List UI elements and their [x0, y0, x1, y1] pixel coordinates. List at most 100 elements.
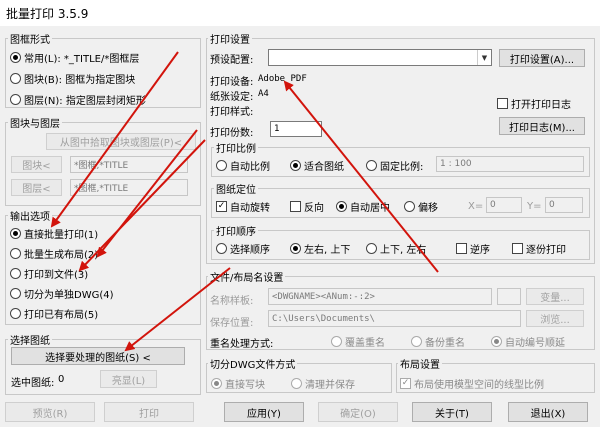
x-offset-field[interactable]: 0: [486, 197, 522, 213]
radio-icon: [291, 378, 302, 389]
checkbox-icon: [512, 243, 523, 254]
position-title: 图纸定位: [214, 181, 258, 196]
radio-icon: [290, 243, 301, 254]
order-option-lr-tb[interactable]: 左右, 上下: [290, 241, 350, 256]
save-path-field[interactable]: C:\Users\Documents\: [268, 310, 521, 327]
device-value: Adobe PDF: [258, 74, 307, 84]
name-template-extra-field[interactable]: [497, 288, 521, 305]
print-settings-button[interactable]: 打印设置(A)...: [499, 49, 585, 67]
auto-rotate-checkbox[interactable]: ✓ 自动旋转: [216, 199, 270, 214]
preset-select[interactable]: ▼: [268, 49, 492, 66]
about-button[interactable]: 关于(T): [412, 402, 492, 422]
radio-icon: [10, 94, 21, 105]
radio-icon: [404, 201, 415, 212]
output-option-print-layouts[interactable]: 打印已有布局(5): [10, 306, 98, 321]
scale-option-fixed[interactable]: 固定比例:: [366, 158, 423, 173]
output-option-split-dwg[interactable]: 切分为单独DWG(4): [10, 286, 114, 301]
y-offset-field[interactable]: 0: [545, 197, 583, 213]
reverse-order-checkbox[interactable]: 逆序: [456, 241, 490, 256]
frame-form-option-common[interactable]: 常用(L): *_TITLE/*图框层: [10, 50, 139, 65]
checkbox-icon: [456, 243, 467, 254]
radio-icon: [10, 52, 21, 63]
print-log-button[interactable]: 打印日志(M)...: [499, 117, 585, 135]
reverse-checkbox[interactable]: 反向: [290, 199, 324, 214]
order-option-selection[interactable]: 选择顺序: [216, 241, 270, 256]
checkbox-icon: [290, 201, 301, 212]
dup-option-overwrite[interactable]: 覆盖重名: [331, 334, 385, 349]
preview-button[interactable]: 预览(R): [5, 402, 95, 422]
print-button[interactable]: 打印: [104, 402, 194, 422]
radio-icon: [10, 268, 21, 279]
frame-form-option-block[interactable]: 图块(B): 图框为指定图块: [10, 71, 135, 86]
radio-icon: [10, 228, 21, 239]
frame-form-title: 图框形式: [8, 31, 52, 46]
browse-button[interactable]: 浏览...: [526, 310, 584, 327]
name-template-label: 名称样板:: [210, 296, 254, 307]
dup-option-auto-number[interactable]: 自动编号顺延: [491, 334, 565, 349]
layer-pick-button[interactable]: 图层<: [11, 179, 62, 196]
output-option-generate-layouts[interactable]: 批量生成布局(2): [10, 246, 98, 261]
auto-center-radio[interactable]: 自动居中: [336, 199, 390, 214]
layout-title: 布局设置: [398, 356, 442, 371]
duplicate-handling-label: 重名处理方式:: [210, 339, 274, 350]
output-option-print-to-file[interactable]: 打印到文件(3): [10, 266, 88, 281]
scale-option-fit[interactable]: 适合图纸: [290, 158, 344, 173]
checkbox-icon: [497, 98, 508, 109]
radio-icon: [10, 308, 21, 319]
radio-icon: [366, 160, 377, 171]
radio-icon: [211, 378, 222, 389]
radio-icon: [10, 288, 21, 299]
frame-form-option-layer[interactable]: 图层(N): 指定图层封闭矩形: [10, 92, 146, 107]
name-template-field[interactable]: <DWGNAME><ANum:-:2>: [268, 288, 492, 305]
radio-icon: [491, 336, 502, 347]
radio-icon: [290, 160, 301, 171]
split-option-wblock[interactable]: 直接写块: [211, 376, 265, 391]
copies-field[interactable]: 1: [270, 121, 322, 137]
pick-from-drawing-button[interactable]: 从图中拾取图块或图层(P)<: [46, 133, 196, 150]
open-log-checkbox[interactable]: 打开打印日志: [497, 96, 571, 111]
offset-radio[interactable]: 偏移: [404, 199, 438, 214]
order-title: 打印顺序: [214, 223, 258, 238]
select-drawings-button[interactable]: 选择要处理的图纸(S) <: [11, 347, 185, 365]
radio-icon: [411, 336, 422, 347]
dup-option-backup[interactable]: 备份重名: [411, 334, 465, 349]
chevron-down-icon: ▼: [477, 50, 491, 65]
selected-count-label: 选中图纸:: [11, 378, 55, 389]
select-title: 选择图纸: [8, 332, 52, 347]
y-offset-label: Y=: [527, 201, 542, 212]
paper-label: 纸张设定:: [210, 92, 254, 103]
preset-label: 预设配置:: [210, 55, 254, 66]
selected-count-value: 0: [58, 374, 65, 385]
block-names-field[interactable]: *图框,*TITLE: [70, 156, 188, 173]
exit-button[interactable]: 退出(X): [508, 402, 588, 422]
by-copy-checkbox[interactable]: 逐份打印: [512, 241, 566, 256]
layout-linetype-checkbox[interactable]: ✓ 布局使用模型空间的线型比例: [400, 376, 544, 391]
apply-button[interactable]: 应用(Y): [224, 402, 304, 422]
output-title: 输出选项: [8, 208, 52, 223]
print-settings-title: 打印设置: [208, 31, 252, 46]
ok-button[interactable]: 确定(O): [318, 402, 398, 422]
highlight-button[interactable]: 亮显(L): [100, 370, 157, 388]
fixed-scale-field[interactable]: 1 : 100: [436, 156, 584, 172]
scale-option-auto[interactable]: 自动比例: [216, 158, 270, 173]
title-bar: 批量打印 3.5.9: [0, 0, 600, 26]
scale-title: 打印比例: [214, 140, 258, 155]
radio-icon: [331, 336, 342, 347]
file-naming-title: 文件/布局名设置: [208, 269, 286, 284]
layer-names-field[interactable]: *图框,*TITLE: [70, 179, 188, 196]
order-option-tb-lr[interactable]: 上下, 左右: [366, 241, 426, 256]
checkbox-checked-icon: ✓: [216, 201, 227, 212]
radio-icon: [216, 243, 227, 254]
split-title: 切分DWG文件方式: [208, 356, 298, 371]
block-pick-button[interactable]: 图块<: [11, 156, 62, 173]
radio-icon: [336, 201, 347, 212]
variables-button[interactable]: 变量...: [526, 288, 584, 305]
radio-icon: [10, 248, 21, 259]
style-label: 打印样式:: [210, 107, 254, 118]
split-option-purge-save[interactable]: 清理并保存: [291, 376, 355, 391]
output-option-direct-print[interactable]: 直接批量打印(1): [10, 226, 98, 241]
paper-value: A4: [258, 89, 269, 99]
device-label: 打印设备:: [210, 77, 254, 88]
radio-icon: [216, 160, 227, 171]
radio-icon: [10, 73, 21, 84]
